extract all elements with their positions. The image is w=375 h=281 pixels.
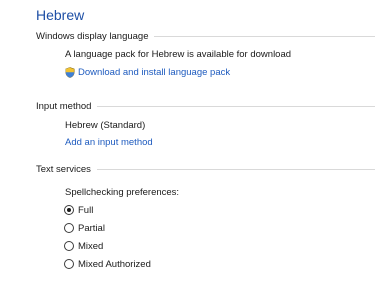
input-method-header: Input method (36, 100, 92, 112)
download-language-pack-label: Download and install language pack (78, 67, 231, 78)
section-divider (154, 35, 375, 37)
input-method-section-header: Input method (36, 99, 375, 113)
page-title: Hebrew (36, 7, 85, 23)
spellcheck-option-partial[interactable]: Partial (64, 222, 105, 234)
spellchecking-preferences-label: Spellchecking preferences: (65, 187, 180, 198)
spellcheck-option-label: Partial (78, 222, 105, 234)
text-services-section-header: Text services (36, 162, 375, 176)
text-services-header: Text services (36, 163, 91, 175)
section-divider (97, 105, 375, 107)
language-pack-message: A language pack for Hebrew is available … (65, 49, 292, 60)
spellcheck-option-label: Mixed Authorized (78, 258, 151, 270)
radio-button[interactable] (64, 205, 74, 215)
spellcheck-option-full[interactable]: Full (64, 204, 93, 216)
windows-display-language-header: Windows display language (36, 30, 149, 42)
current-input-method: Hebrew (Standard) (65, 120, 146, 131)
radio-button[interactable] (64, 241, 74, 251)
spellcheck-option-label: Mixed (78, 240, 104, 252)
radio-button[interactable] (64, 259, 74, 269)
add-input-method-link[interactable]: Add an input method (65, 137, 153, 148)
spellcheck-option-label: Full (78, 204, 94, 216)
windows-display-language-section-header: Windows display language (36, 29, 375, 43)
spellcheck-option-mixed-authorized[interactable]: Mixed Authorized (64, 258, 151, 270)
spellcheck-option-mixed[interactable]: Mixed (64, 240, 103, 252)
section-divider (96, 168, 375, 170)
download-language-pack-link[interactable]: Download and install language pack (65, 67, 230, 78)
radio-button[interactable] (64, 223, 74, 233)
uac-shield-icon (65, 67, 75, 78)
